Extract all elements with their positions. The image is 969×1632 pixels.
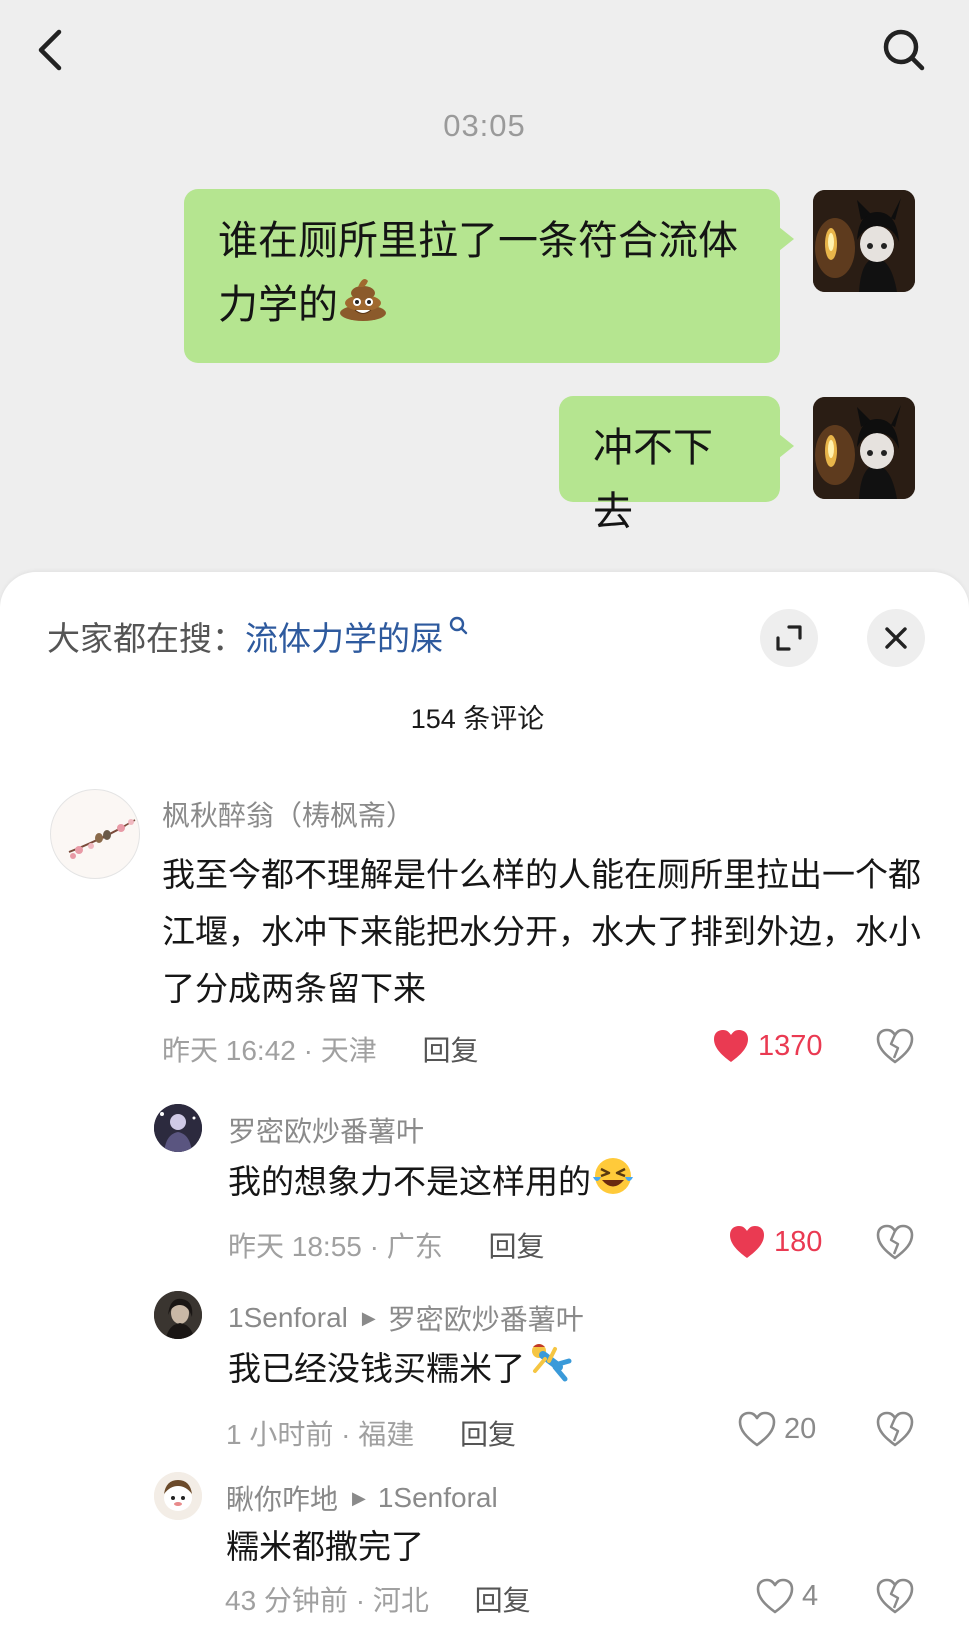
back-button[interactable]	[20, 20, 80, 80]
search-icon[interactable]	[449, 616, 469, 638]
user-avatar[interactable]	[813, 397, 915, 499]
heart-filled-icon	[730, 1226, 764, 1258]
user-avatar[interactable]	[813, 190, 915, 292]
commenter-avatar[interactable]	[50, 789, 140, 879]
reply-to-name[interactable]: 罗密欧炒番薯叶	[388, 1298, 584, 1338]
comment-count: 154 条评论	[410, 704, 545, 734]
comment-region: 天津	[320, 1035, 377, 1066]
like-button[interactable]: 4	[756, 1578, 818, 1614]
reply-arrow-icon: ▶	[361, 1307, 376, 1328]
heart-outline-icon	[738, 1411, 776, 1447]
trending-search: 大家都在搜：流体力学的屎	[47, 612, 469, 660]
search-button[interactable]	[874, 20, 934, 80]
laughing-crying-emoji	[591, 1155, 635, 1214]
close-button[interactable]	[867, 609, 925, 667]
trending-search-label: 大家都在搜：	[47, 620, 245, 657]
commenter-avatar[interactable]	[154, 1291, 202, 1339]
message-bubble[interactable]: 谁在厕所里拉了一条符合流体力学的	[184, 189, 794, 363]
comment-meta: 昨天 16:42 · 天津 回复	[162, 1029, 479, 1069]
trending-search-term[interactable]: 流体力学的屎	[245, 620, 443, 657]
comment-meta: 1 小时前 · 福建 回复	[226, 1413, 516, 1453]
search-icon	[883, 29, 925, 71]
commenter-name[interactable]: 罗密欧炒番薯叶	[228, 1110, 424, 1150]
commenter-name[interactable]: 枫秋醉翁（梼枫斋）	[162, 794, 414, 834]
like-count: 20	[784, 1412, 817, 1445]
meta-separator: ·	[369, 1231, 379, 1262]
meta-separator: ·	[341, 1419, 351, 1450]
chat-timestamp: 03:05	[443, 108, 526, 143]
commenter-name[interactable]: 1Senforal ▶ 罗密欧炒番薯叶	[228, 1298, 584, 1338]
like-count: 1370	[758, 1029, 823, 1062]
reply-button[interactable]: 回复	[489, 1231, 545, 1262]
broken-heart-icon	[876, 1411, 914, 1447]
message-text: 谁在厕所里拉了一条符合流体力学的	[218, 219, 738, 327]
heart-filled-icon	[714, 1030, 748, 1062]
reply-to-name[interactable]: 1Senforal	[378, 1482, 498, 1514]
comment-meta: 昨天 18:55 · 广东 回复	[228, 1225, 545, 1265]
like-button[interactable]: 20	[738, 1411, 816, 1447]
commenter-avatar[interactable]	[154, 1472, 202, 1520]
expand-icon	[776, 625, 802, 651]
dislike-button[interactable]	[876, 1411, 914, 1452]
reply-arrow-icon: ▶	[352, 1487, 366, 1508]
close-icon	[885, 627, 907, 649]
comment-meta: 43 分钟前 · 河北 回复	[225, 1579, 531, 1619]
commenter-name[interactable]: 瞅你咋地 ▶ 1Senforal	[226, 1478, 498, 1518]
reply-button[interactable]: 回复	[460, 1419, 516, 1450]
comment-time: 43 分钟前	[225, 1585, 348, 1616]
like-count: 4	[802, 1579, 819, 1612]
like-count: 180	[774, 1225, 823, 1258]
comment-text: 糯米都撒完了	[226, 1528, 424, 1565]
dislike-button[interactable]	[876, 1224, 914, 1265]
expand-button[interactable]	[760, 609, 818, 667]
meta-separator: ·	[355, 1585, 366, 1616]
dislike-button[interactable]	[876, 1028, 914, 1069]
fallen-person-emoji	[525, 1341, 575, 1402]
comment-time: 1 小时前	[226, 1419, 334, 1450]
commenter-avatar[interactable]	[154, 1104, 202, 1152]
broken-heart-icon	[876, 1578, 914, 1614]
comment-time: 昨天 16:42	[162, 1035, 296, 1066]
message-text: 冲不下去	[593, 426, 713, 534]
broken-heart-icon	[876, 1028, 914, 1064]
poop-emoji	[338, 275, 388, 340]
heart-outline-icon	[756, 1578, 794, 1614]
comment-region: 福建	[358, 1419, 415, 1450]
comment-text: 我至今都不理解是什么样的人能在厕所里拉出一个都江堰，水冲下来能把水分开，水大了排…	[162, 856, 921, 1007]
comment-text: 我已经没钱买糯米了	[228, 1340, 575, 1402]
reply-button[interactable]: 回复	[475, 1585, 531, 1616]
comment-region: 广东	[386, 1231, 443, 1262]
like-button[interactable]: 1370	[712, 1028, 823, 1064]
reply-button[interactable]: 回复	[423, 1035, 479, 1066]
meta-separator: ·	[303, 1035, 313, 1066]
like-button[interactable]: 180	[728, 1224, 822, 1260]
comment-text: 我的想象力不是这样用的	[228, 1153, 635, 1214]
message-bubble[interactable]: 冲不下去	[559, 396, 794, 534]
chevron-left-icon	[38, 29, 62, 71]
broken-heart-icon	[876, 1224, 914, 1260]
comment-region: 河北	[372, 1585, 429, 1616]
dislike-button[interactable]	[876, 1578, 914, 1619]
comment-time: 昨天 18:55	[228, 1231, 362, 1262]
